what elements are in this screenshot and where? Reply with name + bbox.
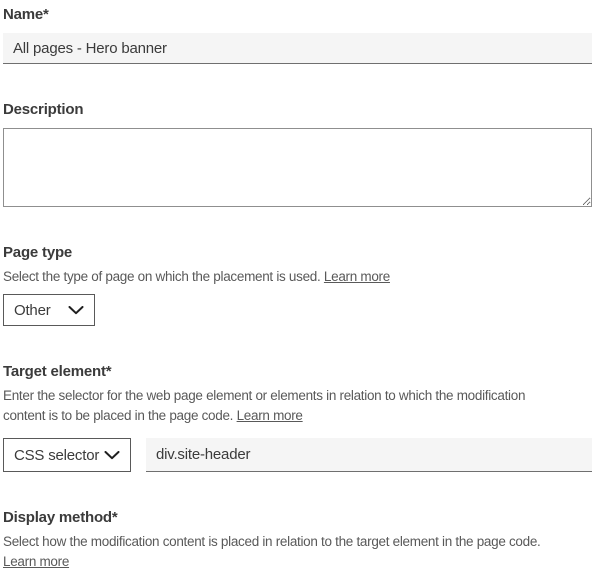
description-field: Description	[3, 100, 592, 207]
chevron-down-icon	[68, 306, 84, 315]
display-method-helper: Select how the modification content is p…	[3, 532, 592, 572]
description-textarea[interactable]	[3, 128, 592, 207]
page-type-learn-more-link[interactable]: Learn more	[324, 269, 390, 284]
page-type-label: Page type	[3, 243, 592, 263]
display-method-learn-more-link[interactable]: Learn more	[3, 554, 69, 569]
chevron-down-icon	[104, 451, 120, 460]
target-element-row: CSS selector	[3, 438, 592, 472]
selector-type-select[interactable]: CSS selector	[3, 438, 131, 472]
target-element-label: Target element*	[3, 362, 592, 382]
display-method-label: Display method*	[3, 508, 592, 528]
target-element-helper: Enter the selector for the web page elem…	[3, 386, 543, 426]
name-input[interactable]	[3, 33, 592, 64]
description-label: Description	[3, 100, 592, 120]
selector-value-input[interactable]	[146, 438, 592, 472]
page-type-field: Page type Select the type of page on whi…	[3, 243, 592, 326]
placement-settings-form: Name* Description Page type Select the t…	[0, 0, 600, 577]
page-type-select[interactable]: Other	[3, 294, 95, 326]
target-element-learn-more-link[interactable]: Learn more	[237, 408, 303, 423]
display-method-field: Display method* Select how the modificat…	[3, 508, 592, 577]
name-field: Name*	[3, 5, 592, 64]
page-type-helper-text: Select the type of page on which the pla…	[3, 269, 320, 284]
name-label: Name*	[3, 5, 592, 25]
page-type-helper: Select the type of page on which the pla…	[3, 267, 592, 287]
display-method-helper-text: Select how the modification content is p…	[3, 534, 541, 549]
target-element-field: Target element* Enter the selector for t…	[3, 362, 592, 472]
page-type-select-value: Other	[14, 302, 51, 319]
selector-type-select-value: CSS selector	[14, 447, 99, 464]
